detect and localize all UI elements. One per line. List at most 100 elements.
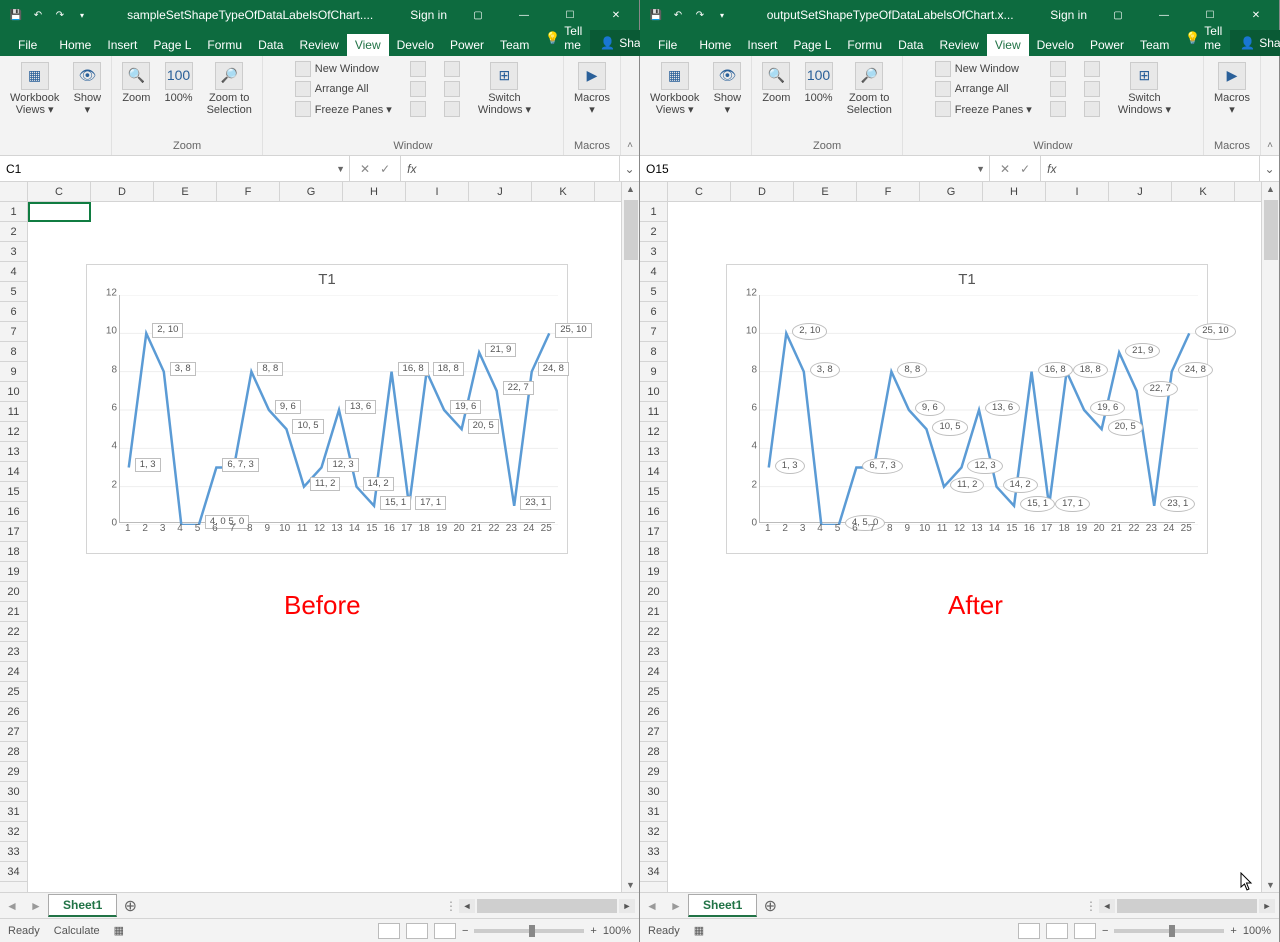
expand-formula-icon[interactable]: ⌄ [619, 156, 639, 181]
pagebreak-view-button[interactable] [1074, 923, 1096, 939]
col-head-I[interactable]: I [1046, 182, 1109, 201]
redo-icon[interactable]: ↷ [52, 7, 68, 23]
row-head-17[interactable]: 17 [0, 522, 27, 542]
row-head-23[interactable]: 23 [640, 642, 667, 662]
row-head-24[interactable]: 24 [640, 662, 667, 682]
row-head-16[interactable]: 16 [0, 502, 27, 522]
hide-button[interactable] [1046, 80, 1070, 98]
row-head-28[interactable]: 28 [0, 742, 27, 762]
row-head-31[interactable]: 31 [640, 802, 667, 822]
row-head-10[interactable]: 10 [0, 382, 27, 402]
row-head-13[interactable]: 13 [640, 442, 667, 462]
normal-view-button[interactable] [1018, 923, 1040, 939]
row-head-14[interactable]: 14 [0, 462, 27, 482]
row-head-31[interactable]: 31 [0, 802, 27, 822]
row-head-3[interactable]: 3 [640, 242, 667, 262]
chart-object[interactable]: T10246810121, 32, 103, 84, 0 5, 06, 7, 3… [86, 264, 568, 554]
unhide-button[interactable] [1046, 100, 1070, 118]
col-head-K[interactable]: K [1172, 182, 1235, 201]
tab-data[interactable]: Data [890, 34, 931, 56]
row-head-4[interactable]: 4 [0, 262, 27, 282]
sheet-nav-prev[interactable]: ◄ [0, 893, 24, 919]
row-head-22[interactable]: 22 [640, 622, 667, 642]
freeze-panes-button[interactable]: Freeze Panes ▾ [931, 100, 1036, 118]
tab-page l[interactable]: Page L [785, 34, 839, 56]
reset-pos-button[interactable] [1080, 100, 1104, 118]
tab-develo[interactable]: Develo [389, 34, 442, 56]
row-head-7[interactable]: 7 [0, 322, 27, 342]
show-button[interactable]: 👁Show▾ [709, 60, 745, 118]
normal-view-button[interactable] [378, 923, 400, 939]
workbook-views-button[interactable]: ▦WorkbookViews ▾ [6, 60, 63, 118]
zoom-slider[interactable] [1114, 929, 1224, 933]
view-side-button[interactable] [1080, 60, 1104, 78]
zoom-percent[interactable]: 100% [1243, 925, 1271, 937]
select-all-button[interactable] [0, 182, 28, 202]
zoom-button[interactable]: 🔍Zoom [758, 60, 794, 106]
cells-area[interactable]: T10246810121, 32, 103, 84, 0 5, 06, 7, 3… [28, 202, 621, 892]
row-head-25[interactable]: 25 [0, 682, 27, 702]
col-head-K[interactable]: K [532, 182, 595, 201]
macros-button[interactable]: ▶Macros▾ [1210, 60, 1254, 118]
row-head-19[interactable]: 19 [640, 562, 667, 582]
horizontal-scrollbar[interactable]: ⋮ ◄► [445, 899, 639, 913]
row-head-30[interactable]: 30 [640, 782, 667, 802]
new-window-button[interactable]: New Window [931, 60, 1036, 78]
row-head-24[interactable]: 24 [0, 662, 27, 682]
tellme-label[interactable]: Tell me [564, 24, 582, 52]
col-head-J[interactable]: J [469, 182, 532, 201]
chevron-down-icon[interactable]: ▼ [976, 164, 985, 174]
row-head-26[interactable]: 26 [640, 702, 667, 722]
zoom-out-button[interactable]: − [462, 925, 468, 937]
zoom-button[interactable]: 🔍Zoom [118, 60, 154, 106]
hide-button[interactable] [406, 80, 430, 98]
enter-formula-icon[interactable]: ✓ [1020, 162, 1030, 176]
switch-windows-button[interactable]: ⊞SwitchWindows ▾ [1114, 60, 1175, 118]
show-button[interactable]: 👁Show▾ [69, 60, 105, 118]
row-head-5[interactable]: 5 [640, 282, 667, 302]
row-head-5[interactable]: 5 [0, 282, 27, 302]
zoom-selection-button[interactable]: 🔎Zoom toSelection [203, 60, 256, 118]
new-window-button[interactable]: New Window [291, 60, 396, 78]
col-head-H[interactable]: H [983, 182, 1046, 201]
tab-team[interactable]: Team [492, 34, 537, 56]
row-head-3[interactable]: 3 [0, 242, 27, 262]
col-head-C[interactable]: C [28, 182, 91, 201]
sync-scroll-button[interactable] [1080, 80, 1104, 98]
name-box-input[interactable] [646, 162, 983, 176]
signin-link[interactable]: Sign in [402, 8, 455, 22]
row-head-23[interactable]: 23 [0, 642, 27, 662]
tab-insert[interactable]: Insert [739, 34, 785, 56]
tab-file[interactable]: File [10, 34, 51, 56]
row-head-15[interactable]: 15 [640, 482, 667, 502]
tab-home[interactable]: Home [691, 34, 739, 56]
tellme-label[interactable]: Tell me [1204, 24, 1222, 52]
row-head-8[interactable]: 8 [0, 342, 27, 362]
row-head-22[interactable]: 22 [0, 622, 27, 642]
add-sheet-button[interactable]: ⊕ [117, 896, 143, 916]
tab-review[interactable]: Review [291, 34, 346, 56]
cells-area[interactable]: T10246810121, 32, 103, 84, 5, 06, 7, 38,… [668, 202, 1261, 892]
tab-power[interactable]: Power [1082, 34, 1132, 56]
row-head-9[interactable]: 9 [0, 362, 27, 382]
macro-record-icon[interactable]: ▦ [694, 924, 704, 937]
vertical-scrollbar[interactable]: ▲▼ [621, 182, 639, 892]
freeze-panes-button[interactable]: Freeze Panes ▾ [291, 100, 396, 118]
enter-formula-icon[interactable]: ✓ [380, 162, 390, 176]
row-head-26[interactable]: 26 [0, 702, 27, 722]
tab-formu[interactable]: Formu [199, 34, 250, 56]
switch-windows-button[interactable]: ⊞SwitchWindows ▾ [474, 60, 535, 118]
row-head-1[interactable]: 1 [640, 202, 667, 222]
tab-file[interactable]: File [650, 34, 691, 56]
row-head-16[interactable]: 16 [640, 502, 667, 522]
active-cell[interactable] [28, 202, 91, 222]
fx-icon[interactable]: fx [401, 156, 422, 181]
expand-formula-icon[interactable]: ⌄ [1259, 156, 1279, 181]
undo-icon[interactable]: ↶ [670, 7, 686, 23]
row-head-34[interactable]: 34 [640, 862, 667, 882]
split-button[interactable] [1046, 60, 1070, 78]
arrange-all-button[interactable]: Arrange All [931, 80, 1036, 98]
view-side-button[interactable] [440, 60, 464, 78]
formula-input[interactable] [1062, 156, 1259, 181]
col-head-I[interactable]: I [406, 182, 469, 201]
